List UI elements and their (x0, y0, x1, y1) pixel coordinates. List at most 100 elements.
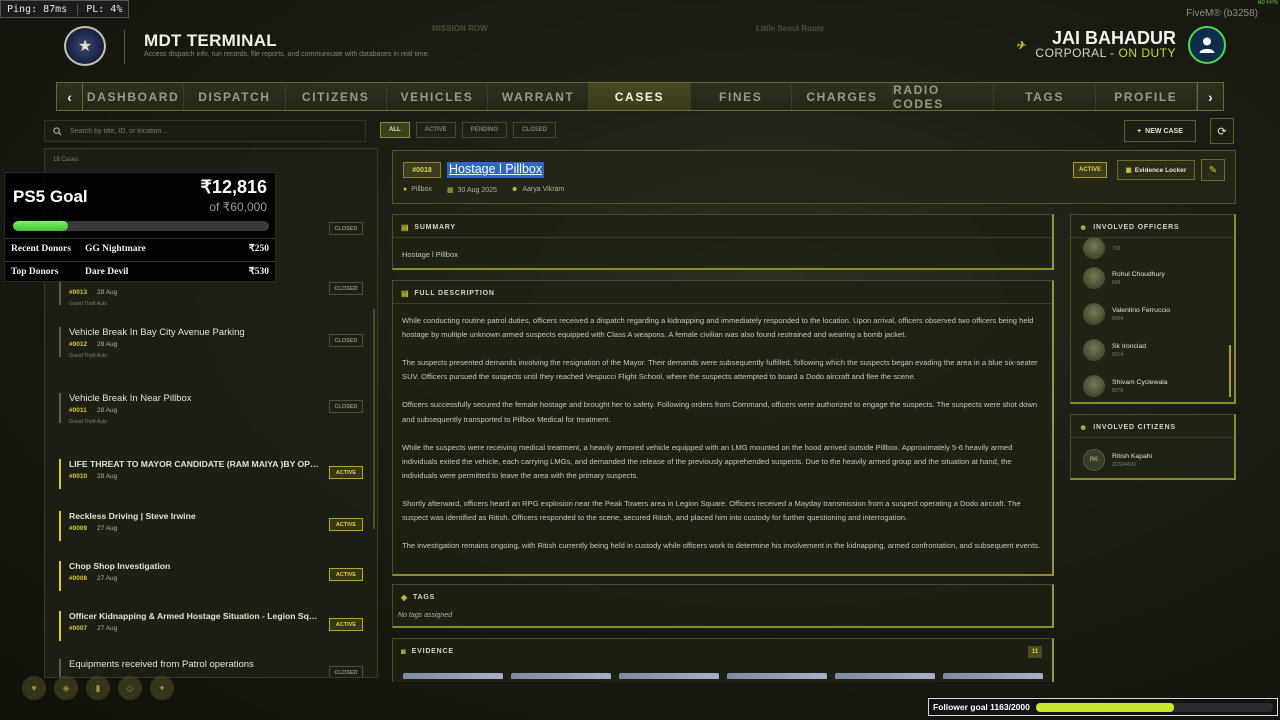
case-search[interactable] (44, 120, 366, 142)
tab-warrant[interactable]: WARRANT (488, 83, 590, 110)
case-row-status-badge: ACTIVE (329, 518, 363, 531)
follower-goal-label: Follower goal 1163/2000 (933, 702, 1030, 712)
filter-closed[interactable]: CLOSED (513, 122, 557, 138)
description-paragraph: The suspects presented demands involving… (402, 358, 1038, 382)
follower-goal-widget: Follower goal 1163/2000 (928, 698, 1278, 716)
filter-all[interactable]: ALL (380, 122, 410, 138)
case-title[interactable]: Hostage l Pillbox (447, 162, 545, 178)
evidence-thumbnail[interactable] (835, 673, 935, 679)
search-icon (53, 126, 62, 136)
search-input[interactable] (70, 127, 350, 135)
evidence-heading-text: EVIDENCE (411, 648, 454, 655)
officer-avatar (1083, 303, 1105, 325)
case-row-accent (59, 611, 61, 641)
case-row[interactable]: Officer Kidnapping & Armed Hostage Situa… (59, 611, 363, 655)
officer-item[interactable]: Valentino Ferruccio 8004 (1083, 301, 1170, 327)
tab-fines[interactable]: FINES (691, 83, 792, 110)
tab-charges[interactable]: CHARGES (792, 83, 894, 110)
goal-title: PS5 Goal (13, 187, 88, 206)
recent-donor-row: Recent Donors GG Nightmare ₹250 (5, 238, 275, 258)
evidence-thumbnail[interactable] (943, 673, 1043, 679)
duty-status: ON DUTY (1118, 46, 1176, 60)
camera-icon: ◙ (401, 647, 407, 656)
officers-heading: ☻ INVOLVED OFFICERS (1079, 223, 1179, 232)
case-row-accent (59, 327, 61, 357)
officer-item[interactable]: 703 (1083, 235, 1120, 261)
case-row-status-badge: ACTIVE (329, 618, 363, 631)
case-row-title: Chop Shop Investigation (69, 561, 171, 571)
evidence-thumbnail[interactable] (727, 673, 827, 679)
tab-vehicles[interactable]: VEHICLES (387, 83, 489, 110)
case-row[interactable]: LIFE THREAT TO MAYOR CANDIDATE (RAM MAIY… (59, 459, 363, 503)
case-row[interactable]: Chop Shop Investigation #0008 27 Aug ACTIVE (59, 561, 363, 605)
location-pin-icon: ● (403, 186, 408, 193)
recent-donor-name: GG Nightmare (85, 243, 146, 254)
filter-active[interactable]: ACTIVE (415, 122, 456, 138)
goal-amount: ₹12,816 (200, 177, 267, 197)
nav-tabs: DASHBOARD DISPATCH CITIZENS VEHICLES WARRANT… (83, 83, 1197, 111)
officers-icon: ☻ (511, 186, 519, 193)
officer-text: Aarya Vikram (522, 186, 565, 193)
summary-section: ▤ SUMMARY Hostage l Pillbox (392, 214, 1054, 270)
case-count: 18 Cases (53, 157, 79, 163)
hud-icons: ♥ ◈ ▮ ◇ ✦ (22, 676, 174, 700)
evidence-locker-button[interactable]: ▣ Evidence Locker (1117, 160, 1195, 180)
edit-icon[interactable]: ✎ (1201, 159, 1225, 181)
case-row-status-badge: ACTIVE (329, 568, 363, 581)
evidence-thumbnail[interactable] (511, 673, 611, 679)
list-scrollbar[interactable] (373, 309, 375, 529)
evidence-section: ◙ EVIDENCE 11 (392, 638, 1054, 682)
refresh-icon[interactable]: ⟳ (1210, 118, 1234, 144)
case-location: ● Pillbox (403, 186, 432, 193)
case-row-status-badge: CLOSED (329, 666, 363, 677)
tab-radio-codes[interactable]: RADIO CODES (893, 83, 995, 111)
case-row-id: #0007 (69, 625, 88, 632)
case-row[interactable]: Vehicle Break In Near Pillbox #0011 28 Aug… (59, 393, 363, 437)
case-row-accent (59, 561, 61, 591)
description-paragraph: Shortly afterward, officers heard an RPG… (402, 499, 1021, 523)
case-row-status-badge: CLOSED (329, 222, 363, 235)
officer-name: Shivam Cyclewala (1112, 378, 1168, 386)
nav-next-arrow-icon[interactable]: › (1197, 83, 1223, 110)
tab-cases[interactable]: CASES (589, 83, 691, 110)
officers-panel: ☻ INVOLVED OFFICERS 703 Rohul Choudhury 858… (1070, 214, 1236, 404)
follower-progress-fill (1035, 702, 1174, 712)
officer-item[interactable]: Rohul Choudhury 858 (1083, 265, 1165, 291)
recent-donor-label: Recent Donors (11, 243, 71, 254)
officer-item[interactable]: Shivam Cyclewala 8075 (1083, 373, 1168, 399)
evidence-thumbnail[interactable] (619, 673, 719, 679)
follower-progress-bar (1035, 702, 1273, 712)
description-paragraph: The investigation remains ongoing, with … (402, 541, 1041, 551)
tab-dispatch[interactable]: DISPATCH (184, 83, 286, 110)
case-row-title: Reckless Driving | Steve Irwine (69, 511, 196, 521)
recent-donor-amount: ₹250 (248, 244, 269, 254)
tags-heading-text: TAGS (412, 594, 436, 601)
plus-icon: + (1137, 127, 1142, 135)
tab-profile[interactable]: PROFILE (1096, 83, 1197, 110)
case-row[interactable]: Vehicle Break In Bay City Avenue Parking… (59, 327, 363, 371)
officer-item[interactable]: Sk Ironclad 8014 (1083, 337, 1146, 363)
main-nav: ‹ DASHBOARD DISPATCH CITIZENS VEHICLES WARRA… (56, 82, 1224, 111)
case-row-id: #0008 (69, 575, 88, 582)
officers-scrollbar[interactable] (1229, 345, 1231, 397)
citizen-name: Ritish Kapahi (1112, 452, 1153, 460)
case-row-id: #0012 (69, 341, 88, 348)
tab-citizens[interactable]: CITIZENS (286, 83, 387, 110)
top-donor-label: Top Donors (11, 266, 59, 277)
new-case-button[interactable]: + NEW CASE (1124, 120, 1196, 142)
citizens-heading-text: INVOLVED CITIZENS (1093, 424, 1176, 431)
case-row[interactable]: Reckless Driving | Steve Irwine #0009 27 A… (59, 511, 363, 555)
top-donor-row: Top Donors Dare Devil ₹530 (5, 261, 275, 281)
user-avatar-icon[interactable] (1188, 26, 1226, 64)
nav-prev-arrow-icon[interactable]: ‹ (57, 83, 83, 110)
tab-dashboard[interactable]: DASHBOARD (83, 83, 185, 110)
case-row-date: 27 Aug (97, 525, 118, 532)
filter-pending[interactable]: PENDING (461, 122, 508, 138)
case-row-title: Vehicle Break In Near Pillbox (69, 393, 192, 404)
evidence-thumbnail[interactable] (403, 673, 503, 679)
rank-label: CORPORAL (1035, 46, 1107, 60)
citizen-item[interactable]: RK Ritish Kapahi ZDS04690 (1083, 447, 1152, 473)
tab-tags[interactable]: TAGS (994, 83, 1096, 110)
officer-avatar (1083, 237, 1105, 259)
thirst-icon: ◇ (118, 676, 142, 700)
